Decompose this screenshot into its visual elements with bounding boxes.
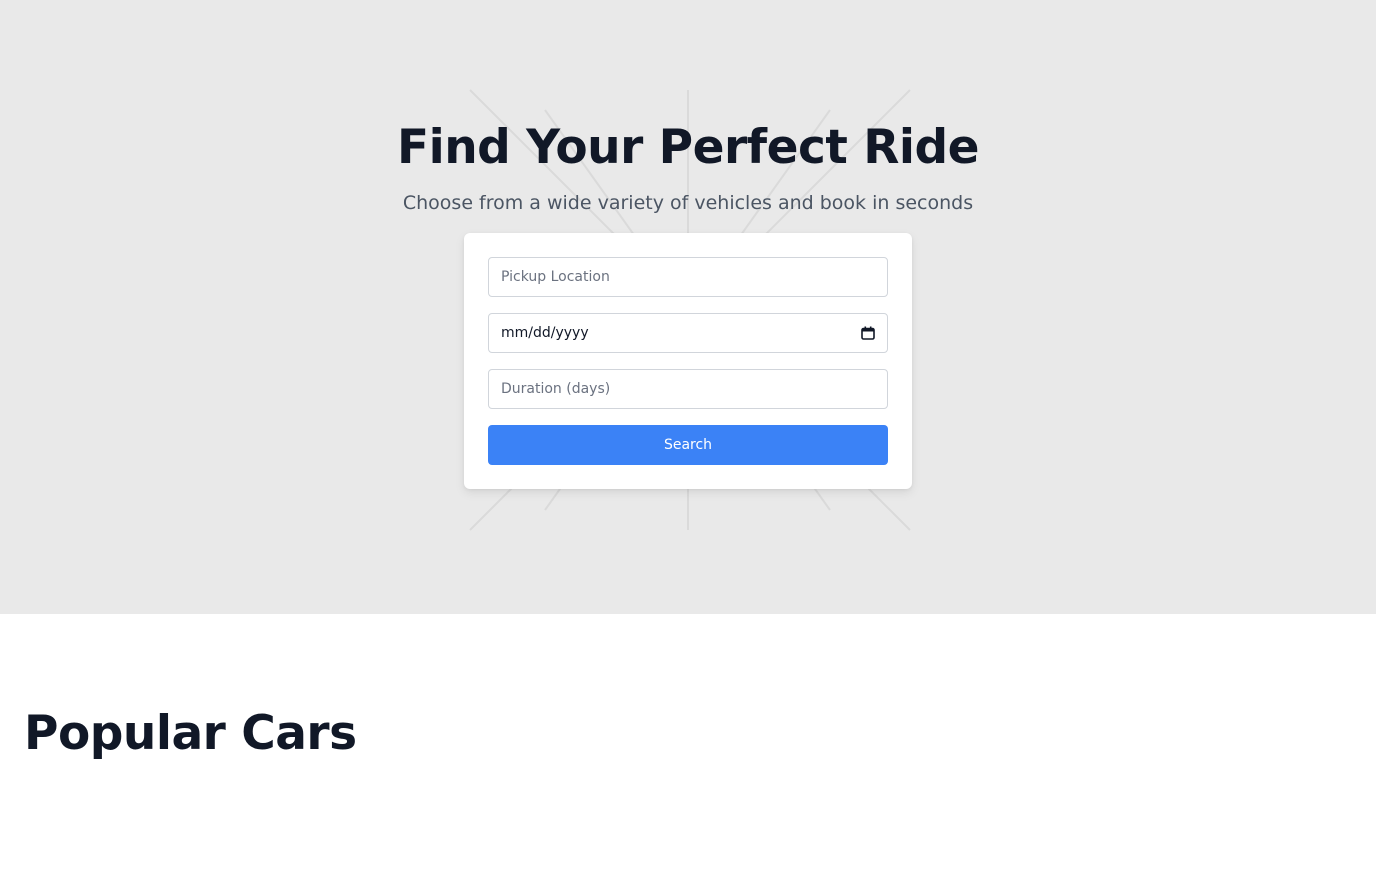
- pickup-location-input[interactable]: [488, 257, 888, 297]
- duration-days-input[interactable]: [488, 369, 888, 409]
- hero-subtitle: Choose from a wide variety of vehicles a…: [402, 192, 974, 214]
- popular-cars-heading: Popular Cars: [24, 706, 357, 761]
- date-placeholder-text: mm/dd/yyyy: [501, 325, 589, 341]
- pickup-date-input[interactable]: mm/dd/yyyy: [488, 313, 888, 353]
- search-card: mm/dd/yyyy Search: [464, 233, 912, 489]
- hero-section: Find Your Perfect Ride Choose from a wid…: [0, 0, 1376, 614]
- search-button[interactable]: Search: [488, 425, 888, 465]
- hero-title: Find Your Perfect Ride: [396, 120, 980, 175]
- calendar-icon[interactable]: [861, 326, 875, 340]
